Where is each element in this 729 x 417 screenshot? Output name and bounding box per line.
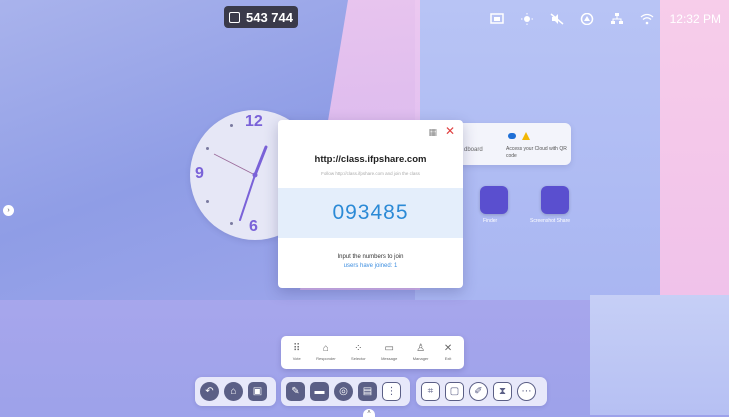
desktop-icon-label: Finder bbox=[483, 218, 498, 224]
network-icon[interactable] bbox=[610, 13, 624, 25]
cloud-card-label: Access your Cloud with QR code bbox=[506, 146, 567, 159]
background-plane bbox=[660, 0, 729, 300]
background-step bbox=[590, 295, 729, 415]
manager-icon: ♙ bbox=[416, 343, 426, 354]
desktop-icon-label: Screenshot Share bbox=[530, 218, 571, 224]
timer-icon[interactable]: ⧗ bbox=[493, 382, 512, 401]
tool-exit[interactable]: ✕ Exit bbox=[443, 343, 453, 362]
tool-responder[interactable]: ⌂ Responder bbox=[316, 343, 336, 362]
screen-share-icon bbox=[229, 11, 240, 23]
join-hint: Follow http://class.ifpshare.com and joi… bbox=[321, 171, 420, 176]
tool-selector[interactable]: ⁘ Selector bbox=[351, 343, 366, 362]
wallet-icon[interactable] bbox=[480, 186, 508, 214]
mute-icon[interactable] bbox=[550, 13, 564, 25]
home-icon[interactable]: ⌂ bbox=[224, 382, 243, 401]
cloud-card-left-label: dboard bbox=[464, 147, 483, 153]
dock-group-navigation: ↶ ⌂ ▣ bbox=[195, 377, 276, 406]
qr-code-icon[interactable]: ▦ bbox=[428, 127, 437, 138]
more-icon[interactable]: ⋯ bbox=[517, 382, 536, 401]
join-code: 093485 bbox=[278, 188, 463, 238]
onedrive-icon bbox=[508, 133, 516, 139]
selector-icon: ⁘ bbox=[354, 343, 363, 354]
vote-icon: ⠿ bbox=[293, 343, 301, 354]
connection-code: 543 744 bbox=[246, 9, 293, 25]
exit-icon: ✕ bbox=[443, 343, 453, 354]
google-drive-icon bbox=[522, 132, 530, 140]
screen-share-icon[interactable]: ▤ bbox=[358, 382, 377, 401]
wifi-icon[interactable] bbox=[640, 13, 654, 25]
whiteboard-icon[interactable]: ✎ bbox=[286, 382, 305, 401]
pen-icon[interactable]: ✐ bbox=[469, 382, 488, 401]
dock-group-tools: ⌗ ▢ ✐ ⧗ ⋯ bbox=[416, 377, 547, 406]
tool-manager[interactable]: ♙ Manager bbox=[413, 343, 429, 362]
cast-screen-icon[interactable] bbox=[541, 186, 569, 214]
clock-time: 12:32 PM bbox=[669, 12, 721, 26]
chevron-right-icon[interactable]: › bbox=[3, 205, 14, 216]
tool-vote[interactable]: ⠿ Vote bbox=[293, 343, 301, 362]
join-class-dialog: ▦ ✕ http://class.ifpshare.com Follow htt… bbox=[278, 120, 463, 288]
apps-icon[interactable]: ⋮ bbox=[382, 382, 401, 401]
dock-group-apps: ✎ ▬ ◎ ▤ ⋮ bbox=[281, 377, 410, 406]
joined-count: users have joined: 1 bbox=[343, 263, 398, 269]
brightness-icon[interactable] bbox=[520, 13, 534, 25]
join-instruction: Input the numbers to join bbox=[337, 254, 404, 260]
class-url: http://class.ifpshare.com bbox=[314, 154, 427, 165]
connection-code-badge[interactable]: 543 744 bbox=[224, 6, 298, 28]
window-icon[interactable]: ▣ bbox=[248, 382, 267, 401]
tool-message[interactable]: ▭ Message bbox=[381, 343, 397, 362]
cloud-icon[interactable] bbox=[580, 13, 594, 25]
screenshot-icon[interactable]: ▢ bbox=[445, 382, 464, 401]
status-bar: 12:32 PM bbox=[489, 12, 721, 26]
close-icon[interactable]: ✕ bbox=[445, 124, 455, 138]
cast-icon[interactable] bbox=[489, 13, 504, 25]
files-icon[interactable]: ▬ bbox=[310, 382, 329, 401]
responder-icon: ⌂ bbox=[322, 343, 329, 354]
back-icon[interactable]: ↶ bbox=[200, 382, 219, 401]
crop-icon[interactable]: ⌗ bbox=[421, 382, 440, 401]
browser-icon[interactable]: ◎ bbox=[334, 382, 353, 401]
chevron-up-icon[interactable]: ˄ bbox=[363, 409, 375, 417]
classroom-tools-bar: ⠿ Vote ⌂ Responder ⁘ Selector ▭ Message … bbox=[281, 336, 464, 369]
message-icon: ▭ bbox=[384, 343, 394, 354]
